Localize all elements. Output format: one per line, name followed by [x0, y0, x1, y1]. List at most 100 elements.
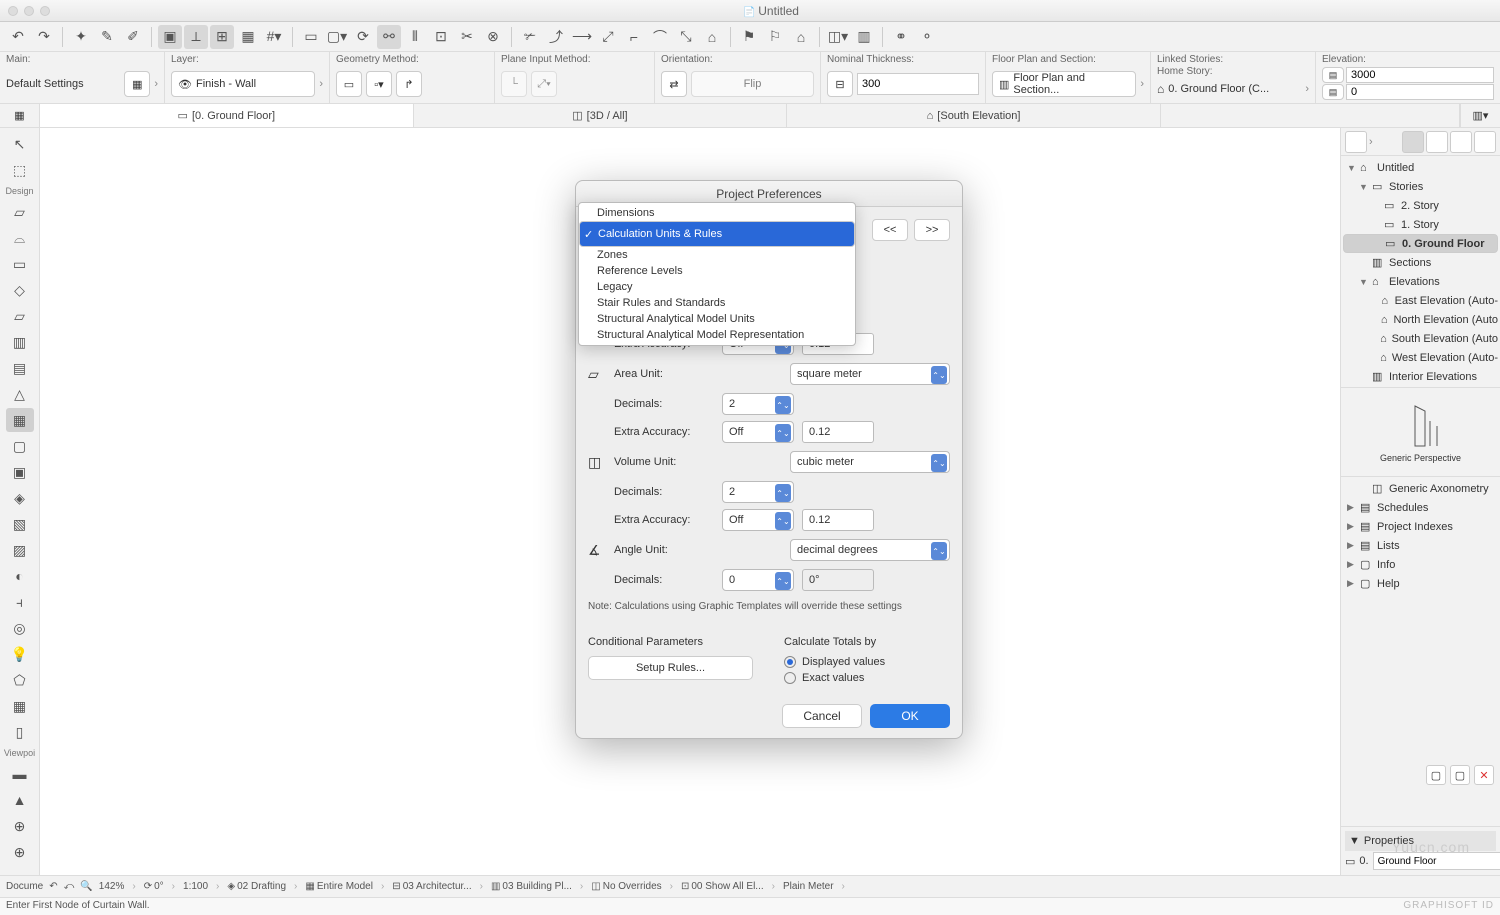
opening-tool[interactable]: ◎ [6, 616, 34, 640]
wall-tool[interactable]: ▱ [6, 200, 34, 224]
tab-menu-icon[interactable]: ▥▾ [1460, 104, 1500, 127]
tree-axo[interactable]: ◫Generic Axonometry [1343, 479, 1498, 498]
plane1-icon[interactable]: └ [501, 71, 527, 97]
area-ea-select[interactable]: Off⌃⌄ [722, 421, 794, 443]
navigator-tree[interactable]: ▼⌂Untitled ▼▭Stories ▭2. Story ▭1. Story… [1341, 156, 1500, 387]
wall-icon[interactable]: ▭ [299, 25, 323, 49]
tree-story-2[interactable]: ▭2. Story [1343, 196, 1498, 215]
nav-tab-layout[interactable] [1450, 131, 1472, 153]
tree-story-1[interactable]: ▭1. Story [1343, 215, 1498, 234]
elev-top-input[interactable] [1346, 67, 1494, 83]
curtain-wall-tool[interactable]: ▦ [6, 408, 34, 432]
thickness-input[interactable] [857, 73, 979, 95]
door-tool[interactable]: ⌓ [6, 226, 34, 250]
elev-bot-icon[interactable]: ▤ [1322, 84, 1344, 100]
sb-bldg[interactable]: ▥ 03 Building Pl... [491, 881, 572, 892]
link-icon[interactable]: ⚭ [889, 25, 913, 49]
tree-north[interactable]: ⌂North Elevation (Auto [1343, 310, 1498, 329]
trim-icon[interactable]: ✃ [518, 25, 542, 49]
home-story[interactable]: 0. Ground Floor (C... [1168, 83, 1301, 95]
sb-model[interactable]: ▦ Entire Model [305, 881, 373, 892]
arrow-tool[interactable]: ↖ [6, 132, 34, 156]
morph2-tool[interactable]: ▦ [6, 694, 34, 718]
column-tool[interactable]: ◇ [6, 278, 34, 302]
link2-icon[interactable]: ⚬ [915, 25, 939, 49]
railing-tool[interactable]: ⫞ [6, 590, 34, 614]
object-tool[interactable]: ◈ [6, 486, 34, 510]
vol-unit-select[interactable]: cubic meter⌃⌄ [790, 451, 950, 473]
vol-ea-val[interactable]: 0.12 [802, 509, 874, 531]
fillet-icon[interactable]: ⌒ [648, 25, 672, 49]
geom2-icon[interactable]: ▫▾ [366, 71, 392, 97]
adjust-icon[interactable]: ⤴ [544, 25, 568, 49]
geom3-icon[interactable]: ↱ [396, 71, 422, 97]
cancel-button[interactable]: Cancel [782, 704, 862, 728]
elev-top-icon[interactable]: ▤ [1322, 67, 1344, 83]
opt-legacy[interactable]: Legacy [579, 279, 855, 295]
settings-view-icon[interactable]: ▢ [1450, 765, 1470, 785]
fps-select[interactable]: ▥ Floor Plan and Section... [992, 71, 1136, 97]
settings-grid-icon[interactable]: ▦ [124, 71, 150, 97]
snap1-icon[interactable]: ▣ [158, 25, 182, 49]
detail-tool[interactable]: ⊕ [6, 814, 34, 838]
corner-icon[interactable]: ⌐ [622, 25, 646, 49]
opening2-tool[interactable]: ▯ [6, 720, 34, 744]
pick-icon[interactable]: ✦ [69, 25, 93, 49]
radio-displayed[interactable]: Displayed values [784, 656, 950, 668]
geom1-icon[interactable]: ▭ [336, 71, 362, 97]
tree-west[interactable]: ⌂West Elevation (Auto- [1343, 348, 1498, 367]
home-icon[interactable]: ⌂ [700, 25, 724, 49]
sb-docume[interactable]: Docume [6, 881, 43, 892]
elev-bot-input[interactable] [1346, 84, 1494, 100]
beam-tool[interactable]: ▱ [6, 304, 34, 328]
close-dot[interactable] [8, 6, 18, 16]
sb-zoom[interactable]: 142% [99, 881, 125, 892]
ok-button[interactable]: OK [870, 704, 950, 728]
preferences-dropdown[interactable]: Dimensions Calculation Units & Rules Zon… [578, 202, 856, 346]
tree-south[interactable]: ⌂South Elevation (Auto [1343, 329, 1498, 348]
flag-icon[interactable]: ⚑ [737, 25, 761, 49]
roof-tool[interactable]: △ [6, 382, 34, 406]
area-dec-select[interactable]: 2⌃⌄ [722, 393, 794, 415]
measure-icon[interactable]: ✐ [121, 25, 145, 49]
vol-dec-select[interactable]: 2⌃⌄ [722, 481, 794, 503]
sb-layer[interactable]: ◈ 02 Drafting [227, 881, 286, 892]
orient-icon[interactable]: ⇄ [661, 71, 687, 97]
marquee-tool[interactable]: ⬚ [6, 158, 34, 182]
distribute-icon[interactable]: ⊡ [429, 25, 453, 49]
thumb-persp[interactable]: Generic Perspective [1380, 401, 1461, 463]
setup-rules-button[interactable]: Setup Rules... [588, 656, 753, 680]
max-dot[interactable] [40, 6, 50, 16]
area-ea-val[interactable]: 0.12 [802, 421, 874, 443]
rotate-icon[interactable]: ⟳ [351, 25, 375, 49]
radio-exact[interactable]: Exact values [784, 672, 950, 684]
align-icon[interactable]: ⫴ [403, 25, 427, 49]
sb-scale[interactable]: 1:100 [183, 881, 208, 892]
nav-tab-project[interactable] [1402, 131, 1424, 153]
zone-tool[interactable]: ▧ [6, 512, 34, 536]
cube-icon[interactable]: ▢▾ [325, 25, 349, 49]
nav-tab-publisher[interactable] [1474, 131, 1496, 153]
redo-icon[interactable]: ↷ [32, 25, 56, 49]
house-icon[interactable]: ⌂ [789, 25, 813, 49]
split-icon[interactable]: ✂ [455, 25, 479, 49]
tab-ground-floor[interactable]: ▭ [0. Ground Floor] [40, 104, 414, 127]
opt-zones[interactable]: Zones [579, 247, 855, 263]
opt-stair[interactable]: Stair Rules and Standards [579, 295, 855, 311]
snap3-icon[interactable]: ⊞ [210, 25, 234, 49]
camera-tool[interactable]: ⊕ [6, 840, 34, 864]
corner-tool[interactable]: ⬠ [6, 668, 34, 692]
opt-calc-units[interactable]: Calculation Units & Rules [579, 221, 855, 247]
tree-lists[interactable]: ▶▤Lists [1343, 536, 1498, 555]
window-tool[interactable]: ▭ [6, 252, 34, 276]
nav-tab-view[interactable] [1426, 131, 1448, 153]
sb-dim[interactable]: Plain Meter [783, 881, 834, 892]
vol-ea-select[interactable]: Off⌃⌄ [722, 509, 794, 531]
undo-icon[interactable]: ↶ [6, 25, 30, 49]
tree-story-0[interactable]: ▭0. Ground Floor [1343, 234, 1498, 253]
grid-menu-icon[interactable]: #▾ [262, 25, 286, 49]
tree-info[interactable]: ▶▢Info [1343, 555, 1498, 574]
connect-icon[interactable]: ⚯ [377, 25, 401, 49]
delete-view-icon[interactable]: ✕ [1474, 765, 1494, 785]
new-view-icon[interactable]: ▢ [1426, 765, 1446, 785]
